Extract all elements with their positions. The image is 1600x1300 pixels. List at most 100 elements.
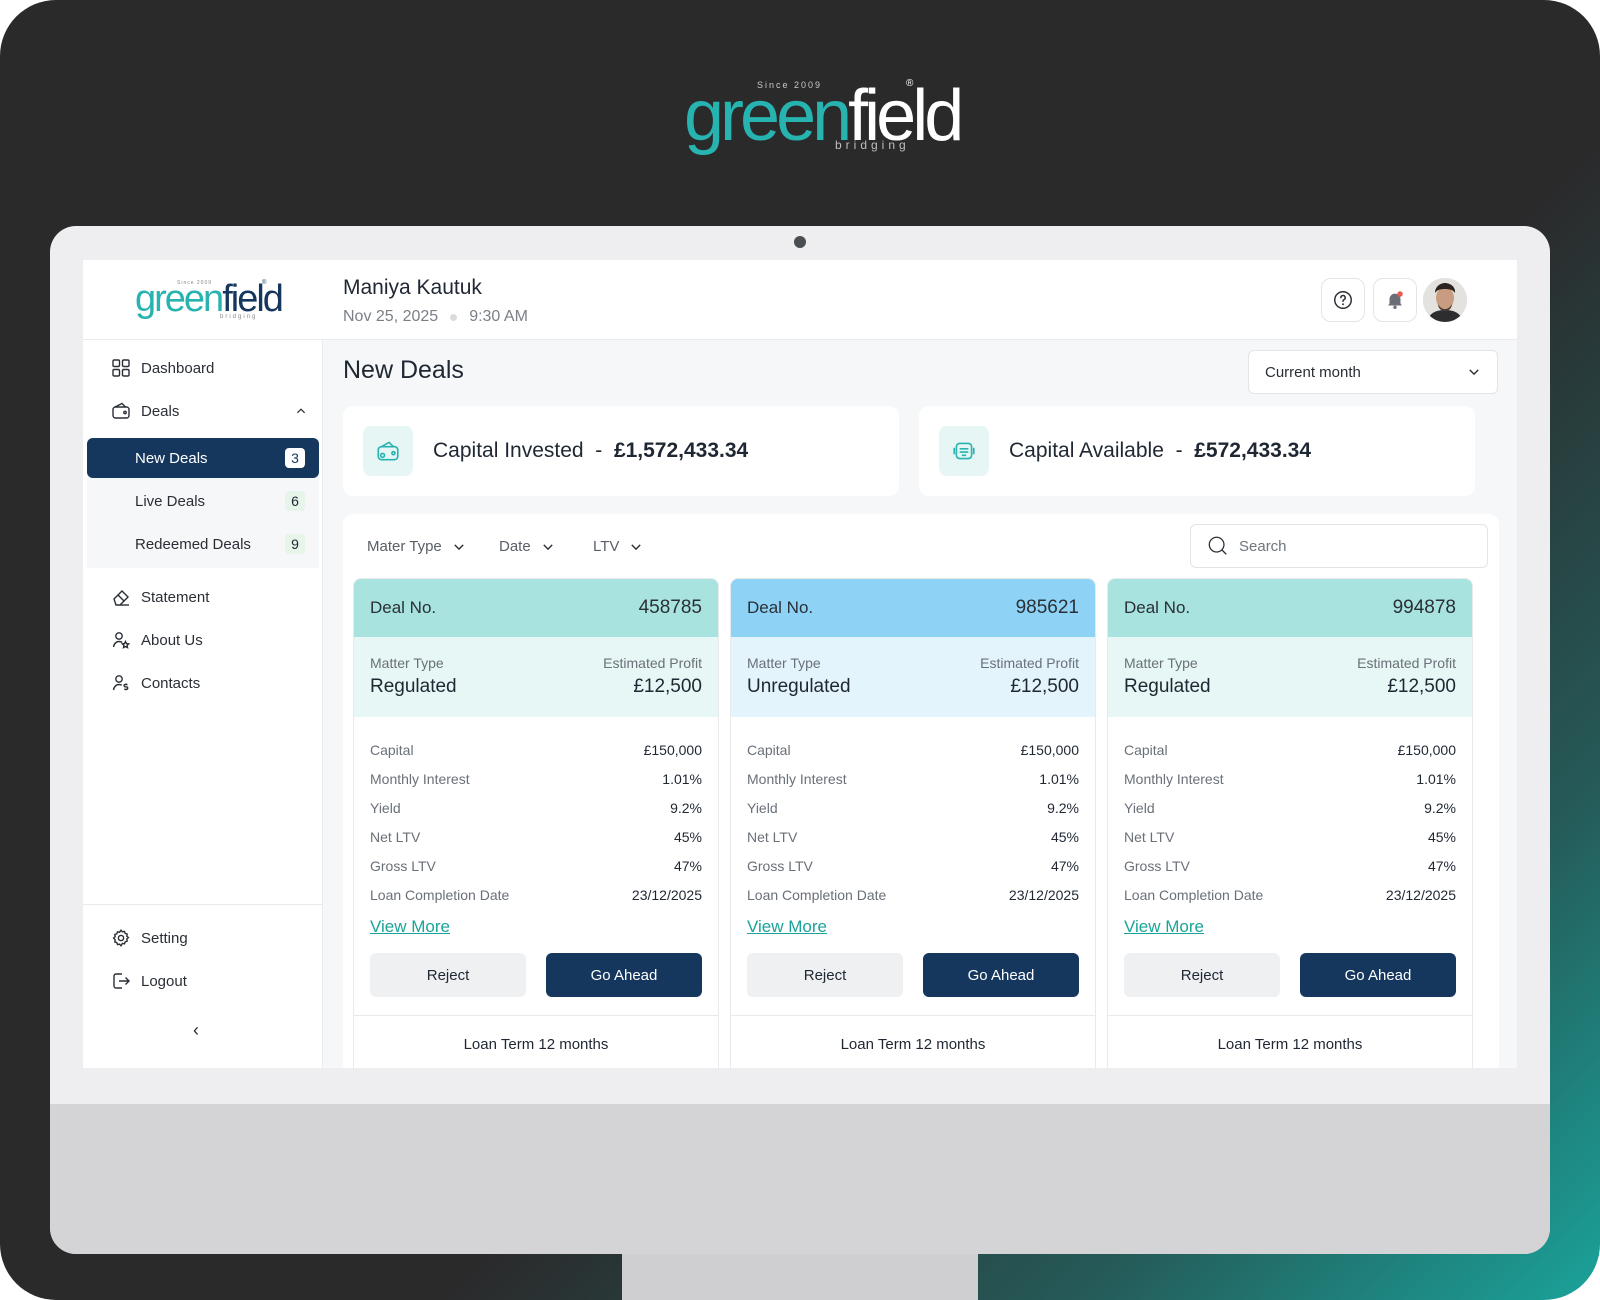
deal-number: 458785: [638, 597, 702, 618]
sidebar-item-redeemed-deals[interactable]: Redeemed Deals 9: [87, 524, 319, 564]
grid-icon: [112, 359, 130, 377]
chevron-up-icon[interactable]: [295, 405, 307, 417]
deals-panel: Mater Type Date LTV Search Deal No. 4587…: [343, 514, 1499, 1068]
view-more-link[interactable]: View More: [1124, 917, 1204, 937]
detail-key: Yield: [747, 799, 778, 816]
detail-value: 47%: [673, 857, 702, 874]
detail-key: Capital: [1124, 741, 1168, 758]
monitor-chin: [50, 1104, 1550, 1254]
capital-available-label: Capital Available: [1009, 439, 1164, 462]
sidebar-item-label: New Deals: [135, 449, 208, 467]
hero-logo: greenfield Since 2009 ® bridging: [684, 72, 964, 162]
sidebar-item-live-deals[interactable]: Live Deals 6: [87, 481, 319, 521]
detail-row: Monthly Interest 1.01%: [1124, 764, 1456, 793]
detail-key: Capital: [370, 741, 414, 758]
user-avatar[interactable]: [1423, 278, 1467, 322]
capital-invested-sep: -: [595, 439, 603, 462]
separator-dot: [450, 313, 458, 321]
monitor: greenfield Since 2009 ® bridging Maniya …: [50, 226, 1550, 1254]
sidebar-item-contacts[interactable]: Contacts: [111, 673, 200, 693]
reject-button[interactable]: Reject: [370, 953, 526, 997]
detail-value: 45%: [673, 828, 702, 845]
sidebar-item-label: Dashboard: [141, 359, 215, 377]
deal-card-header: Deal No. 458785: [354, 579, 718, 637]
deal-card-header: Deal No. 985621: [731, 579, 1095, 637]
estimated-profit-label: Estimated Profit: [1357, 655, 1456, 671]
estimated-profit-value: £12,500: [633, 676, 702, 697]
filter-label: LTV: [593, 538, 620, 555]
deal-card-summary: Matter Type Regulated Estimated Profit £12…: [1108, 637, 1472, 717]
user-dollar-icon: [112, 675, 129, 691]
detail-key: Monthly Interest: [1124, 770, 1224, 787]
go-ahead-button[interactable]: Go Ahead: [1300, 953, 1456, 997]
notification-button[interactable]: [1373, 278, 1417, 322]
count-badge: 9: [285, 534, 305, 554]
top-bar: greenfield Since 2009 ® bridging Maniya …: [83, 260, 1517, 340]
detail-row: Capital £150,000: [747, 735, 1079, 764]
capital-invested-value: £1,572,433.34: [613, 439, 749, 462]
deal-card: Deal No. 458785 Matter Type Regulated Est…: [353, 578, 719, 1068]
detail-row: Monthly Interest 1.01%: [370, 764, 702, 793]
showcase-background: greenfield Since 2009 ® bridging greenfi…: [0, 0, 1600, 1300]
detail-value: 9.2%: [670, 799, 702, 816]
filter-matter-type[interactable]: Mater Type: [367, 538, 466, 555]
matter-type-value: Regulated: [370, 676, 457, 697]
sidebar-item-label: Setting: [141, 929, 188, 947]
help-button[interactable]: [1321, 278, 1365, 322]
matter-type-value: Regulated: [1124, 676, 1211, 697]
period-select-value: Current month: [1265, 363, 1361, 381]
wallet-icon: [377, 441, 399, 461]
reject-button[interactable]: Reject: [747, 953, 903, 997]
sidebar-item-new-deals[interactable]: New Deals 3: [87, 438, 319, 478]
detail-value: 45%: [1427, 828, 1456, 845]
sidebar-item-setting[interactable]: Setting: [111, 928, 188, 948]
filter-label: Date: [499, 538, 531, 555]
deal-card-summary: Matter Type Unregulated Estimated Profit £…: [731, 637, 1095, 717]
period-select[interactable]: Current month: [1248, 350, 1498, 394]
detail-row: Gross LTV 47%: [370, 851, 702, 880]
detail-key: Net LTV: [370, 828, 421, 845]
chevron-down-icon: [542, 543, 553, 550]
filter-ltv[interactable]: LTV: [593, 538, 643, 555]
avatar-image: [1423, 278, 1467, 322]
sidebar-item-about-us[interactable]: About Us: [111, 630, 203, 650]
detail-value: 1.01%: [1039, 770, 1079, 787]
detail-row: Loan Completion Date 23/12/2025: [1124, 880, 1456, 909]
view-more-link[interactable]: View More: [370, 917, 450, 937]
detail-key: Gross LTV: [1124, 857, 1190, 874]
sidebar-item-deals[interactable]: Deals: [111, 401, 307, 421]
go-ahead-button[interactable]: Go Ahead: [923, 953, 1079, 997]
deal-card-summary: Matter Type Regulated Estimated Profit £12…: [354, 637, 718, 717]
detail-row: Monthly Interest 1.01%: [747, 764, 1079, 793]
matter-type-label: Matter Type: [1124, 655, 1198, 671]
gear-icon: [112, 929, 130, 947]
capital-available-value: £572,433.34: [1194, 439, 1312, 462]
detail-value: 23/12/2025: [1385, 886, 1456, 903]
detail-value: 9.2%: [1424, 799, 1456, 816]
search-input[interactable]: Search: [1190, 524, 1488, 568]
detail-key: Net LTV: [1124, 828, 1175, 845]
sidebar-divider: [83, 904, 323, 905]
view-more-link[interactable]: View More: [747, 917, 827, 937]
deal-no-label: Deal No.: [370, 598, 437, 617]
filter-date[interactable]: Date: [499, 538, 555, 555]
app-logo-sub: bridging: [220, 314, 258, 320]
detail-key: Net LTV: [747, 828, 798, 845]
capital-invested-card: Capital Invested - £1,572,433.34: [343, 406, 899, 496]
detail-value: 47%: [1050, 857, 1079, 874]
sidebar-item-statement[interactable]: Statement: [111, 587, 209, 607]
matter-type-label: Matter Type: [370, 655, 444, 671]
sidebar-item-logout[interactable]: Logout: [111, 971, 187, 991]
sidebar-item-dashboard[interactable]: Dashboard: [111, 358, 214, 378]
detail-row: Yield 9.2%: [370, 793, 702, 822]
hero-logo-reg: ®: [906, 78, 914, 89]
hero-logo-sub: bridging: [835, 138, 910, 152]
reject-button[interactable]: Reject: [1124, 953, 1280, 997]
user-star-icon: [112, 632, 131, 649]
go-ahead-button[interactable]: Go Ahead: [546, 953, 702, 997]
collapse-sidebar-button[interactable]: ‹: [193, 1020, 199, 1041]
app-logo[interactable]: greenfield Since 2009 ® bridging: [135, 280, 284, 326]
deal-details: Capital £150,000 Monthly Interest 1.01% Yi…: [731, 717, 1095, 909]
estimated-profit-value: £12,500: [1010, 676, 1079, 697]
monitor-stand: [622, 1252, 978, 1300]
